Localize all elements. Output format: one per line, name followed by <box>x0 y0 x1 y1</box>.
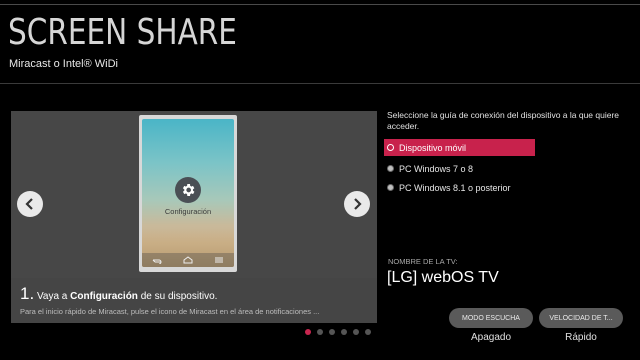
tv-name-value: [LG] webOS TV <box>387 269 499 286</box>
page-dot-3[interactable] <box>329 329 335 335</box>
gear-icon <box>175 177 201 203</box>
step-instruction: 1. Vaya a Configuración de su dispositiv… <box>20 284 368 304</box>
instruction-text: Seleccione la guía de conexión del dispo… <box>387 110 620 131</box>
option-windows-81[interactable]: PC Windows 8.1 o posterior <box>384 179 535 196</box>
home-icon <box>183 256 193 264</box>
header-divider <box>0 83 640 84</box>
page-dot-2[interactable] <box>317 329 323 335</box>
option-windows-7-8[interactable]: PC Windows 7 o 8 <box>384 160 535 177</box>
speed-button[interactable]: VELOCIDAD DE T... <box>539 308 623 328</box>
chevron-left-icon <box>25 198 33 210</box>
phone-nav-bar <box>142 253 234 267</box>
option-mobile-device[interactable]: Dispositivo móvil <box>384 139 535 156</box>
page-subtitle: Miracast o Intel® WiDi <box>9 58 118 70</box>
option-label: PC Windows 7 o 8 <box>399 163 474 174</box>
previous-step-button[interactable] <box>17 191 43 217</box>
phone-illustration: Configuración <box>139 115 237 272</box>
page-dot-1[interactable] <box>305 329 311 335</box>
option-label: PC Windows 8.1 o posterior <box>399 182 511 193</box>
next-step-button[interactable] <box>344 191 370 217</box>
page-dot-5[interactable] <box>353 329 359 335</box>
step-caption: 1. Vaya a Configuración de su dispositiv… <box>11 278 377 323</box>
guide-carousel: Configuración 1. Vaya a Configuración de… <box>11 111 377 323</box>
settings-label: Configuración <box>164 207 212 216</box>
back-icon <box>152 259 162 264</box>
speed-value: Rápido <box>565 332 597 343</box>
carousel-pagination <box>305 329 371 335</box>
page-dot-4[interactable] <box>341 329 347 335</box>
listen-mode-button[interactable]: MODO ESCUCHA <box>449 308 533 328</box>
step-text-before: Vaya a <box>34 291 71 302</box>
phone-screen: Configuración <box>142 119 234 267</box>
radio-icon <box>387 144 394 151</box>
option-label: Dispositivo móvil <box>399 142 467 153</box>
top-divider <box>0 4 640 5</box>
page-title: SCREEN SHARE <box>8 12 237 53</box>
step-number: 1. <box>20 284 35 303</box>
step-text-after: de su dispositivo. <box>137 291 218 302</box>
chevron-right-icon <box>354 198 362 210</box>
radio-icon <box>387 165 394 172</box>
page-dot-6[interactable] <box>365 329 371 335</box>
tv-name-label: NOMBRE DE LA TV: <box>388 257 458 266</box>
menu-icon <box>214 257 223 263</box>
radio-icon <box>387 184 394 191</box>
step-text-bold: Configuración <box>70 291 138 302</box>
step-detail: Para el inicio rápido de Miracast, pulse… <box>20 307 320 316</box>
listen-mode-value: Apagado <box>470 332 512 343</box>
